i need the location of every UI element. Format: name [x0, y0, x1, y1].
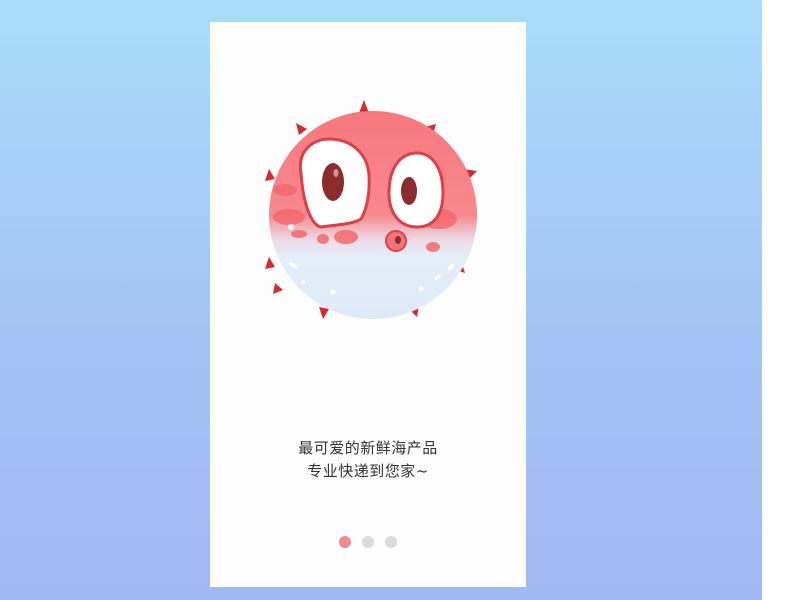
pufferfish-mascot-illustration — [265, 100, 477, 319]
page-dot-2[interactable] — [362, 536, 374, 548]
page-indicator — [210, 536, 526, 548]
page-dot-3[interactable] — [385, 536, 397, 548]
left-eye — [298, 137, 371, 229]
pufferfish-mouth — [385, 230, 407, 252]
right-eye — [387, 151, 445, 229]
onboarding-screen: 最可爱的新鲜海产品 专业快递到您家~ — [210, 22, 526, 587]
onboarding-slogan-line-1: 最可爱的新鲜海产品 — [298, 439, 438, 457]
onboarding-slogan-line-2: 专业快递到您家~ — [307, 462, 429, 480]
page-dot-1[interactable] — [339, 536, 351, 548]
